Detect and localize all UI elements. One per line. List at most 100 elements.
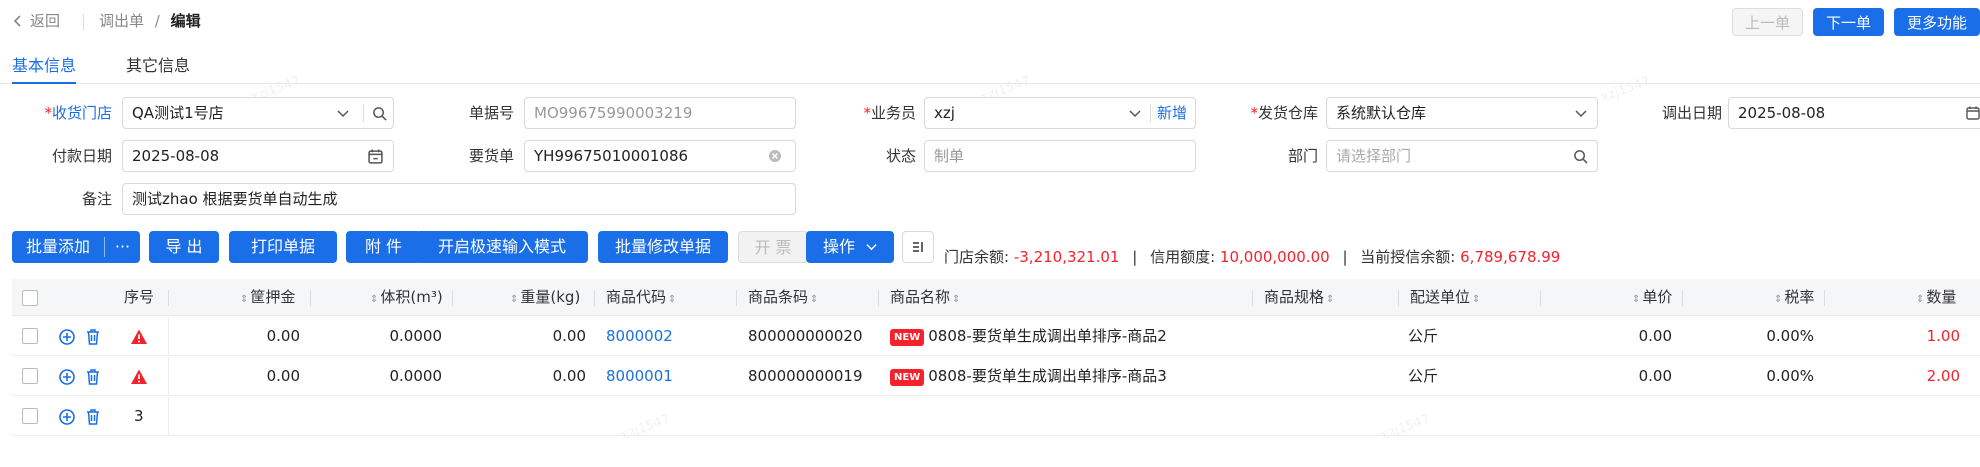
volume-cell: 0.0000: [389, 327, 443, 345]
new-badge: NEW: [890, 329, 925, 346]
pay-date-value: 2025-08-08: [132, 147, 220, 165]
unit-cell: 公斤: [1408, 327, 1439, 345]
add-row-icon[interactable]: [58, 408, 76, 426]
store-balance-value: -3,210,321.01: [1013, 248, 1120, 266]
doc-no-label: 单据号: [468, 104, 514, 122]
col-price[interactable]: ⇕ 单价: [1630, 279, 1672, 316]
request-doc-field[interactable]: YH99675010001086: [524, 140, 796, 172]
col-seq: 序号: [124, 288, 155, 306]
breadcrumb-parent[interactable]: 调出单: [99, 12, 144, 30]
col-spec[interactable]: 商品规格 ⇕: [1264, 279, 1336, 316]
col-unit[interactable]: 配送单位 ⇕: [1410, 279, 1482, 316]
doc-no-field: MO99675990003219: [524, 97, 796, 129]
row-checkbox[interactable]: [22, 408, 38, 424]
request-doc-value: YH99675010001086: [534, 147, 689, 165]
ship-warehouse-label: *发货仓库: [1250, 104, 1318, 122]
search-icon[interactable]: [1569, 141, 1591, 171]
department-select[interactable]: 请选择部门: [1326, 140, 1598, 172]
delete-icon[interactable]: [84, 408, 102, 426]
credit-limit-value: 10,000,000.00: [1219, 248, 1330, 266]
breadcrumb-separator: /: [154, 12, 160, 30]
prev-doc-button[interactable]: 上一单: [1731, 8, 1803, 36]
export-button[interactable]: 导 出: [149, 231, 219, 263]
col-volume[interactable]: ⇕ 体积(m³): [368, 279, 443, 316]
add-row-icon[interactable]: [58, 368, 76, 386]
attachment-button[interactable]: 附 件: [346, 231, 421, 263]
table-header: 序号 ⇕ 筐押金 ⇕ 体积(m³) ⇕ 重量(kg) 商品代码 ⇕ 商品条码 ⇕ 商品名称…: [12, 279, 1980, 316]
col-tax[interactable]: ⇕ 税率: [1772, 279, 1814, 316]
batch-add-button[interactable]: 批量添加: [12, 231, 104, 263]
invoice-button[interactable]: 开 票: [738, 231, 808, 263]
row-checkbox[interactable]: [22, 328, 38, 344]
delete-icon[interactable]: [84, 368, 102, 386]
receive-store-label: *收货门店: [44, 104, 112, 122]
product-name-cell: NEW 0808-要货单生成调出单排序-商品2: [890, 317, 1167, 356]
department-placeholder: 请选择部门: [1336, 147, 1412, 165]
doc-no-value: MO99675990003219: [534, 104, 693, 122]
ship-warehouse-value: 系统默认仓库: [1336, 104, 1427, 122]
tab-other-info[interactable]: 其它信息: [126, 52, 190, 84]
operate-dropdown-button[interactable]: 操作: [806, 231, 894, 263]
price-cell: 0.00: [1638, 367, 1672, 385]
divider: [83, 14, 84, 30]
remark-label: 备注: [81, 190, 112, 208]
table-row[interactable]: 0.00 0.0000 0.00 8000001 800000000019 NE…: [12, 357, 1980, 396]
new-badge: NEW: [890, 369, 925, 386]
delete-icon[interactable]: [84, 328, 102, 346]
balance-info: 门店余额: -3,210,321.01 | 信用额度: 10,000,000.0…: [944, 246, 1560, 267]
deposit-cell: 0.00: [266, 367, 300, 385]
volume-cell: 0.0000: [389, 367, 443, 385]
table-row-new[interactable]: 3: [12, 397, 1980, 436]
batch-add-more-button[interactable]: ···: [105, 231, 140, 263]
more-functions-button[interactable]: 更多功能: [1893, 8, 1980, 36]
add-row-icon[interactable]: [58, 328, 76, 346]
col-code[interactable]: 商品代码 ⇕: [606, 279, 678, 316]
department-label: 部门: [1287, 147, 1318, 165]
pay-date-label: 付款日期: [51, 147, 112, 165]
batch-add-button-group: 批量添加 ···: [12, 231, 140, 263]
price-cell: 0.00: [1638, 327, 1672, 345]
barcode-cell: 800000000020: [748, 327, 863, 345]
weight-cell: 0.00: [552, 367, 586, 385]
receive-store-select[interactable]: QA测试1号店: [122, 97, 394, 129]
qty-cell[interactable]: 1.00: [1832, 317, 1960, 356]
search-icon[interactable]: [367, 98, 391, 128]
remark-input[interactable]: 测试zhao 根据要货单自动生成: [122, 183, 796, 215]
product-code-link[interactable]: 8000002: [606, 317, 673, 356]
status-label: 状态: [885, 147, 916, 165]
salesman-value: xzj: [934, 104, 955, 122]
column-settings-button[interactable]: [902, 231, 934, 263]
table-row[interactable]: 0.00 0.0000 0.00 8000002 800000000020 NE…: [12, 317, 1980, 356]
chevron-down-icon: [1125, 98, 1145, 128]
select-all-checkbox[interactable]: [22, 290, 38, 306]
back-button[interactable]: 返回: [12, 10, 60, 31]
batch-edit-button[interactable]: 批量修改单据: [598, 231, 728, 263]
tab-basic-info[interactable]: 基本信息: [12, 52, 77, 84]
ship-warehouse-select[interactable]: 系统默认仓库: [1326, 97, 1598, 129]
row-checkbox[interactable]: [22, 368, 38, 384]
product-code-link[interactable]: 8000001: [606, 357, 673, 396]
barcode-cell: 800000000019: [748, 367, 863, 385]
pay-date-picker[interactable]: 2025-08-08: [122, 140, 394, 172]
col-qty[interactable]: ⇕ 数量: [1914, 279, 1956, 316]
clear-icon[interactable]: [765, 141, 785, 171]
add-salesman-button[interactable]: 新增: [1153, 98, 1191, 128]
col-weight[interactable]: ⇕ 重量(kg): [508, 279, 580, 316]
status-value: 制单: [934, 147, 965, 165]
salesman-select[interactable]: xzj 新增: [924, 97, 1196, 129]
next-doc-button[interactable]: 下一单: [1812, 8, 1884, 36]
out-date-value: 2025-08-08: [1738, 104, 1826, 122]
weight-cell: 0.00: [552, 327, 586, 345]
out-date-picker[interactable]: 2025-08-08: [1728, 97, 1980, 129]
back-label: 返回: [30, 12, 61, 30]
col-name[interactable]: 商品名称 ⇕: [890, 279, 962, 316]
calendar-icon: [365, 141, 385, 171]
col-barcode[interactable]: 商品条码 ⇕: [748, 279, 820, 316]
available-credit-value: 6,789,678.99: [1460, 248, 1561, 266]
qty-cell[interactable]: 2.00: [1832, 357, 1960, 396]
fast-input-mode-button[interactable]: 开启极速输入模式: [416, 231, 588, 263]
print-button[interactable]: 打印单据: [229, 231, 337, 263]
col-deposit[interactable]: ⇕ 筐押金: [238, 279, 295, 316]
breadcrumb: 调出单 / 编辑: [99, 10, 201, 31]
store-balance-label: 门店余额:: [944, 248, 1010, 266]
